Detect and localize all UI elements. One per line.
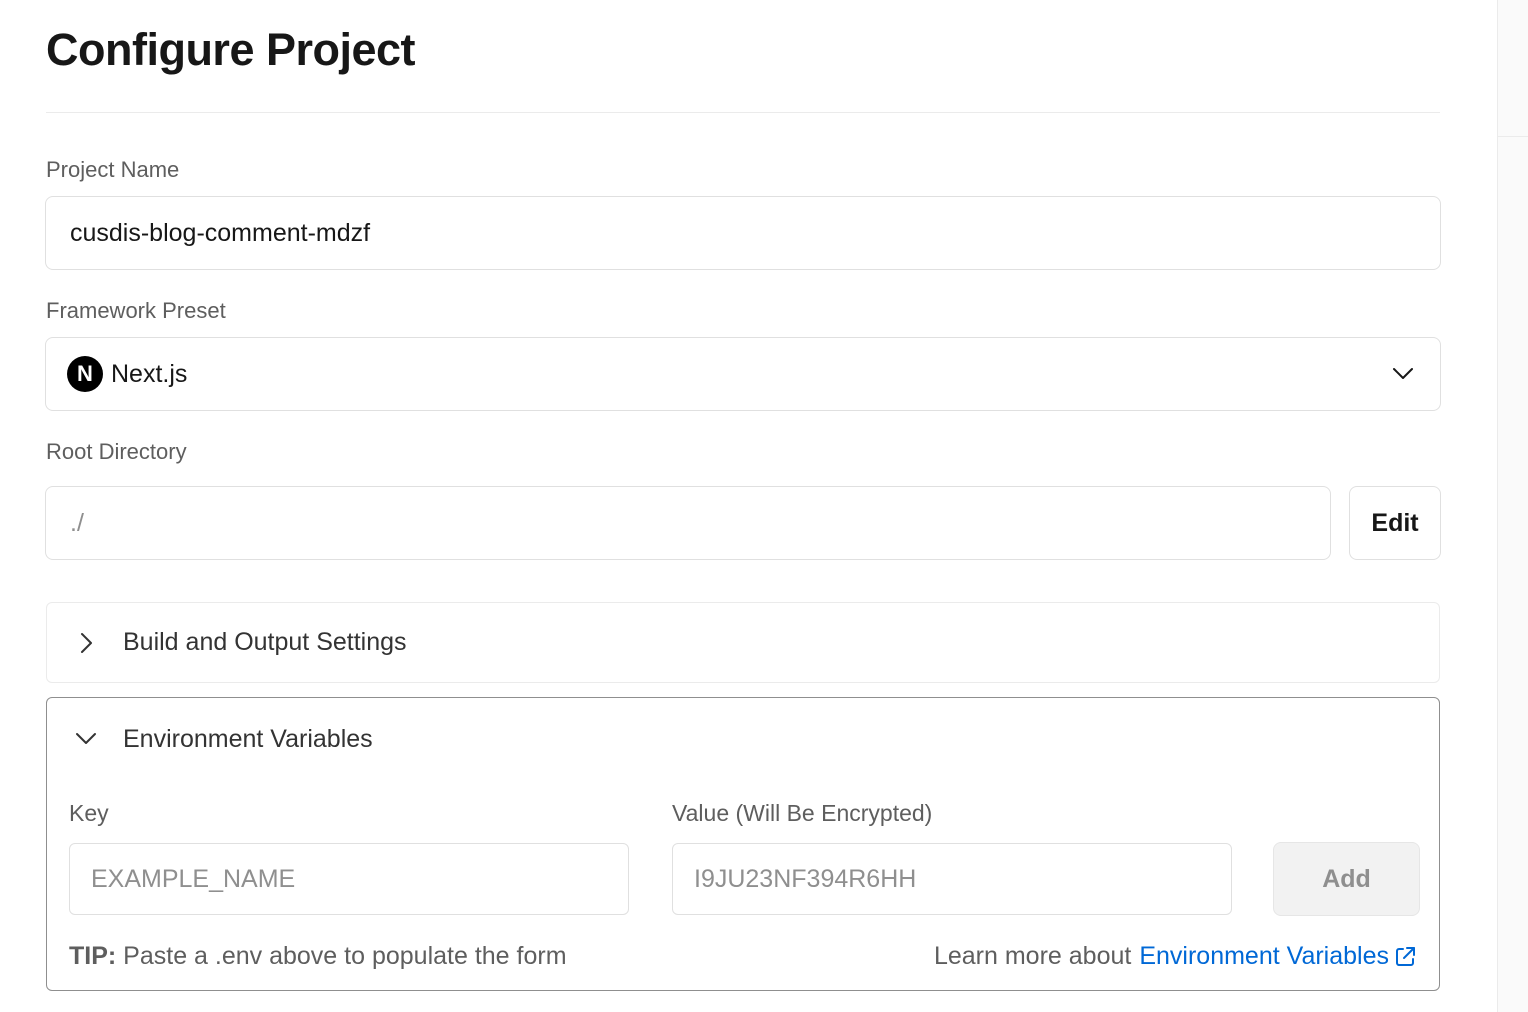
root-directory-label: Root Directory	[46, 439, 187, 464]
root-directory-field	[45, 486, 1331, 560]
learn-more: Learn more about Environment Variables	[934, 942, 1417, 971]
root-directory-input	[68, 507, 1330, 539]
environment-variables-title: Environment Variables	[123, 724, 373, 753]
env-value-label: Value (Will Be Encrypted)	[672, 800, 933, 826]
env-value-input[interactable]	[692, 863, 1231, 895]
learn-more-text: Learn more about	[933, 942, 1132, 970]
framework-preset-label: Framework Preset	[46, 298, 226, 323]
edit-root-directory-button[interactable]: Edit	[1349, 486, 1441, 560]
framework-selected-value: Next.js	[111, 359, 188, 388]
env-tip: TIP: Paste a .env above to populate the …	[69, 942, 567, 971]
title-divider	[46, 112, 1440, 113]
nextjs-logo-icon: N	[67, 356, 103, 392]
chevron-down-icon	[1392, 363, 1414, 385]
env-key-label: Key	[69, 800, 109, 826]
environment-variables-link[interactable]: Environment Variables	[1139, 942, 1389, 971]
tip-prefix: TIP:	[69, 942, 117, 970]
env-key-input[interactable]	[89, 863, 628, 895]
side-panel-divider	[1498, 136, 1528, 137]
environment-variables-section: Environment Variables Key Value (Will Be…	[46, 697, 1440, 991]
build-output-settings-toggle[interactable]: Build and Output Settings	[46, 602, 1440, 683]
env-value-field[interactable]	[672, 843, 1232, 915]
build-output-settings-title: Build and Output Settings	[123, 628, 407, 656]
side-panel	[1497, 0, 1528, 1012]
project-name-label: Project Name	[46, 157, 180, 182]
external-link-icon[interactable]	[1393, 945, 1417, 969]
add-env-button[interactable]: Add	[1273, 842, 1420, 916]
page-title: Configure Project	[46, 24, 416, 75]
project-name-field[interactable]	[45, 196, 1441, 270]
project-name-input[interactable]	[68, 217, 1440, 249]
tip-text: Paste a .env above to populate the form	[123, 942, 567, 970]
env-key-field[interactable]	[69, 843, 629, 915]
framework-preset-select[interactable]: N Next.js	[45, 337, 1441, 411]
environment-variables-toggle[interactable]: Environment Variables	[47, 698, 1439, 780]
chevron-down-icon	[75, 728, 97, 750]
chevron-right-icon	[75, 632, 97, 654]
